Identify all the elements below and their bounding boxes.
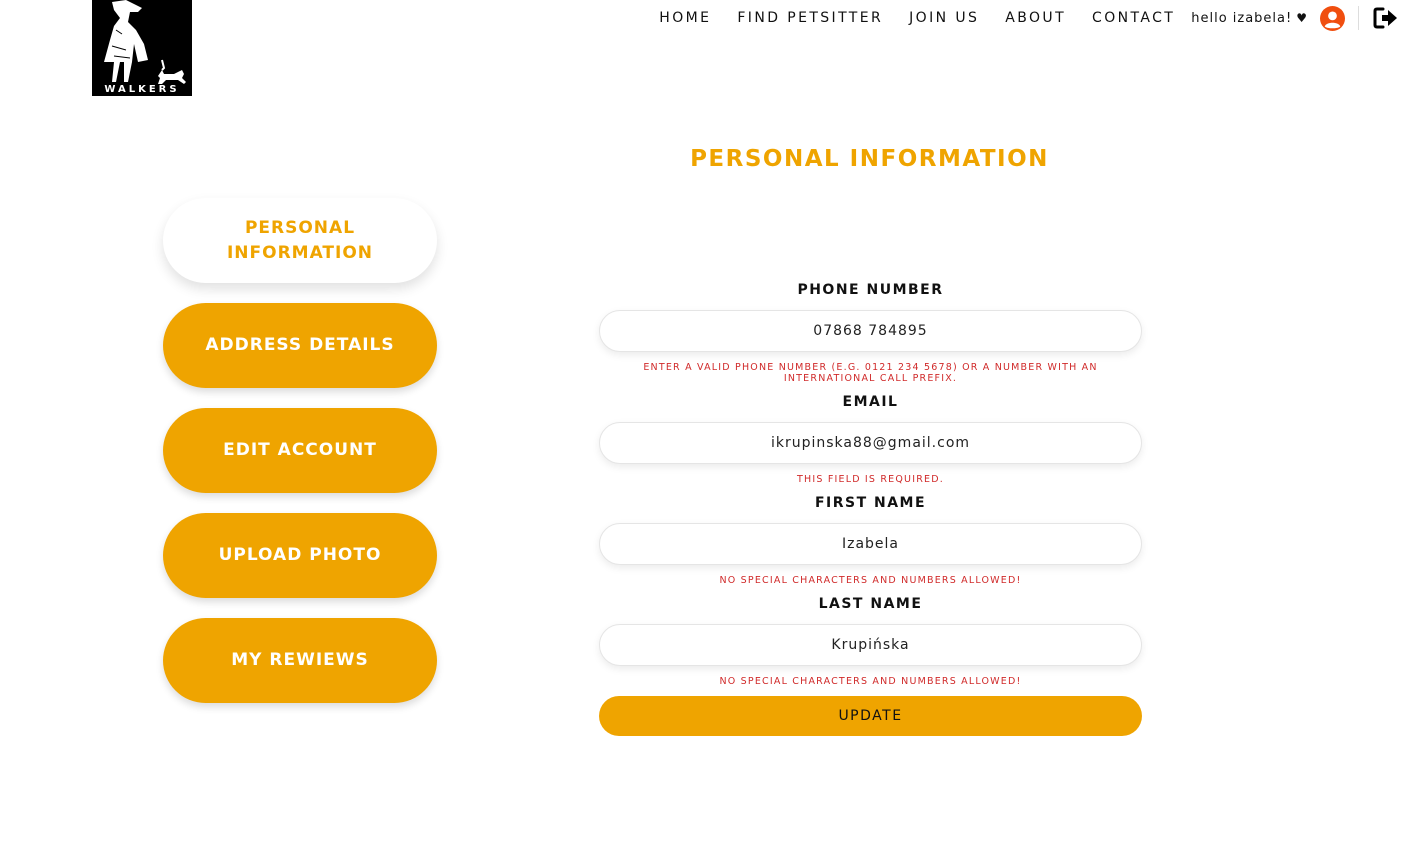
greeting-text: hello izabela! xyxy=(1191,10,1293,26)
phone-field[interactable] xyxy=(599,310,1142,352)
nav-divider xyxy=(1358,6,1359,30)
phone-error: ENTER A VALID PHONE NUMBER (E.G. 0121 23… xyxy=(643,362,1098,384)
user-greeting: hello izabela! ♥ xyxy=(1191,11,1308,26)
email-label: EMAIL xyxy=(842,394,899,410)
nav-find-petsitter[interactable]: FIND PETSITTER xyxy=(737,10,883,26)
email-error: THIS FIELD IS REQUIRED. xyxy=(797,474,944,485)
logo-walker-illustration xyxy=(104,0,186,84)
email-field[interactable] xyxy=(599,422,1142,464)
sidebar-item-edit-account[interactable]: EDIT ACCOUNT xyxy=(163,408,437,493)
nav-about[interactable]: ABOUT xyxy=(1005,10,1066,26)
sidebar-item-my-reviews[interactable]: MY REWIEWS xyxy=(163,618,437,703)
last-name-field[interactable] xyxy=(599,624,1142,666)
user-circle-icon[interactable] xyxy=(1320,5,1345,31)
first-name-error: NO SPECIAL CHARACTERS AND NUMBERS ALLOWE… xyxy=(719,575,1022,586)
nav-contact[interactable]: CONTACT xyxy=(1092,10,1175,26)
first-name-label: FIRST NAME xyxy=(814,495,927,511)
update-button[interactable]: UPDATE xyxy=(599,696,1142,736)
nav-home[interactable]: HOME xyxy=(659,10,711,26)
main-nav: HOME FIND PETSITTER JOIN US ABOUT CONTAC… xyxy=(659,5,1419,31)
sidebar-item-personal-information[interactable]: PERSONAL INFORMATION xyxy=(163,198,437,283)
sidebar-item-address-details[interactable]: ADDRESS DETAILS xyxy=(163,303,437,388)
last-name-label: LAST NAME xyxy=(818,596,923,612)
phone-label: PHONE NUMBER xyxy=(797,282,944,298)
sign-out-icon[interactable] xyxy=(1373,6,1399,30)
first-name-field[interactable] xyxy=(599,523,1142,565)
heart-icon: ♥ xyxy=(1296,10,1308,25)
sidebar-item-upload-photo[interactable]: UPLOAD PHOTO xyxy=(163,513,437,598)
page-title: PERSONAL INFORMATION xyxy=(690,146,1049,172)
logo[interactable]: WALKERS xyxy=(92,0,192,96)
last-name-error: NO SPECIAL CHARACTERS AND NUMBERS ALLOWE… xyxy=(719,676,1022,687)
logo-text: WALKERS xyxy=(104,84,180,95)
nav-join-us[interactable]: JOIN US xyxy=(909,10,979,26)
